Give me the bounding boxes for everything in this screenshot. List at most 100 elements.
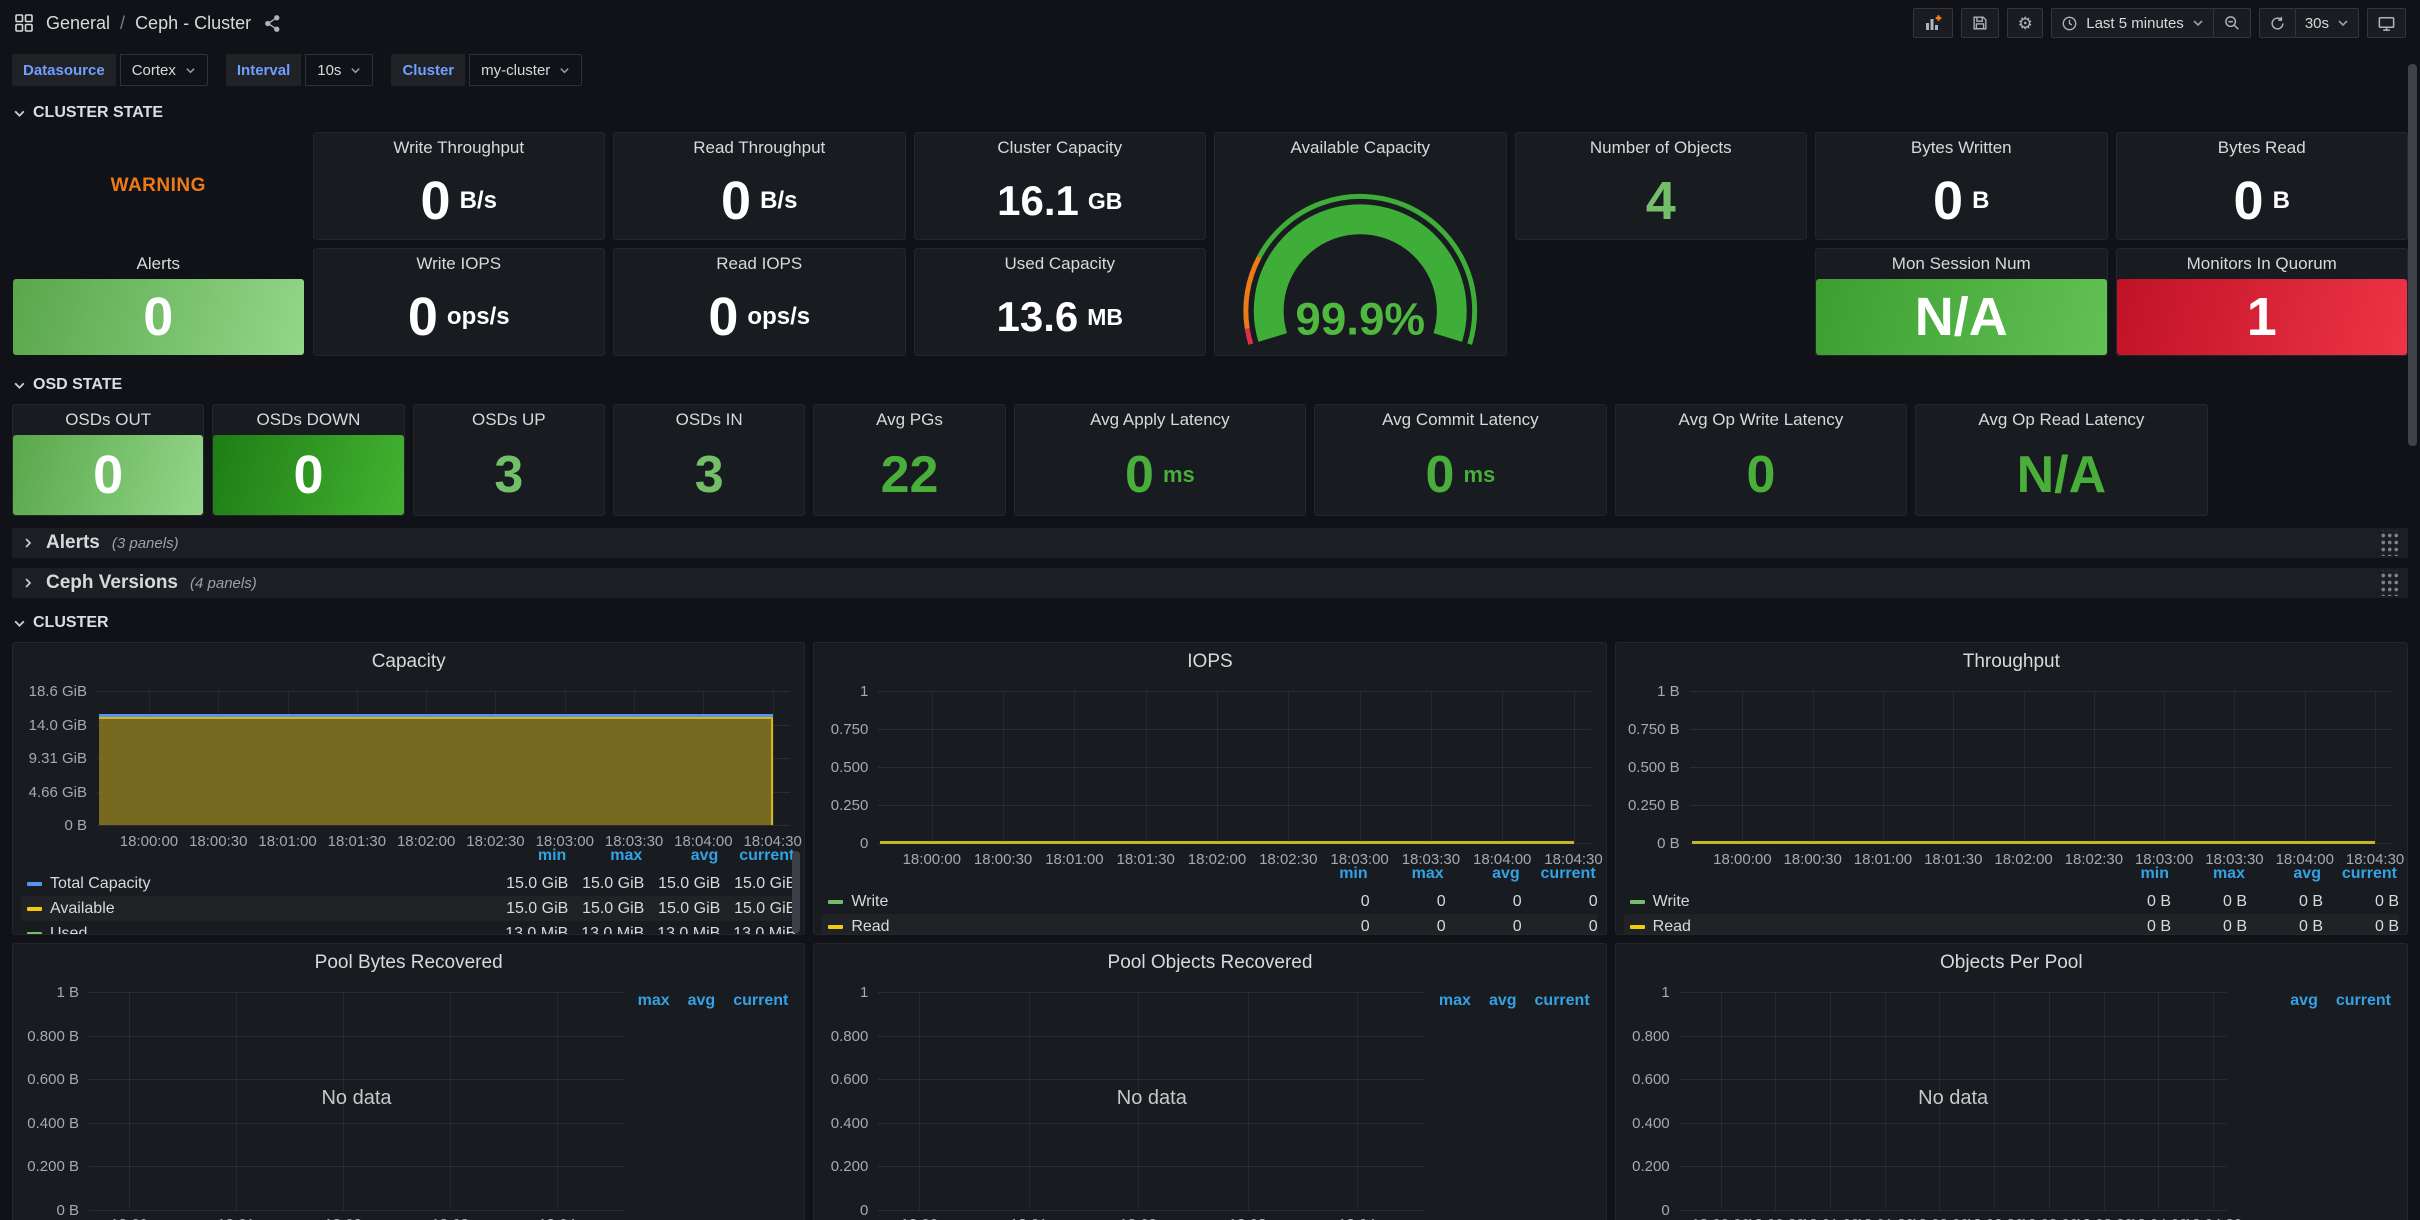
legend-series-label[interactable]: Read [851,918,889,936]
refresh-button[interactable] [2259,8,2296,38]
gridline [878,691,1591,692]
breadcrumb-section[interactable]: General [46,13,110,34]
variable-select-cluster[interactable]: my-cluster [469,54,582,86]
panel-title[interactable]: Bytes Read [2117,133,2408,163]
x-axis-tick: 18:01 [191,1216,281,1220]
panel-title[interactable]: OSDs IN [614,405,804,435]
section-cluster-state[interactable]: CLUSTER STATE [0,100,2420,126]
panel-title[interactable]: Avg PGs [814,405,1004,435]
quorum-value-box: 1 [2117,279,2408,355]
legend-value-current: 15.0 GiB [720,900,796,918]
legend-sort-max[interactable]: max [566,847,642,865]
legend-sort-min[interactable]: min [1292,865,1368,883]
panel-title[interactable]: Mon Session Num [1816,249,2107,279]
legend-sort-current[interactable]: current [2336,992,2391,1010]
legend-value-max: 13.0 MiB [568,925,644,936]
legend-series-label[interactable]: Write [1653,893,1690,911]
section-osd-state[interactable]: OSD STATE [0,372,2420,398]
legend-sort-current[interactable]: current [718,847,794,865]
chart-title[interactable]: Throughput [1616,651,2407,673]
panel-osds-down: OSDs DOWN 0 [212,404,404,516]
legend-sort-min[interactable]: min [490,847,566,865]
panel-title[interactable]: Avg Apply Latency [1015,405,1306,435]
page-scrollbar[interactable] [2408,64,2417,446]
legend-series-label[interactable]: Available [50,900,115,918]
row-drag-handle-icon[interactable] [2379,570,2398,596]
panel-title[interactable]: Avg Op Write Latency [1616,405,1907,435]
y-axis-tick: 0.800 [814,1028,868,1045]
panel-title[interactable]: OSDs OUT [13,405,203,435]
no-data-label: No data [878,1087,1425,1110]
panel-title[interactable]: Number of Objects [1516,133,1807,163]
panel-title[interactable]: Read IOPS [614,249,905,279]
chart-title[interactable]: Pool Bytes Recovered [13,952,804,974]
section-cluster[interactable]: CLUSTER [0,610,2420,636]
panel-title[interactable]: Avg Commit Latency [1315,405,1606,435]
legend-sort-avg[interactable]: avg [1444,865,1520,883]
legend-series-label[interactable]: Used [50,925,87,936]
variable-select-interval[interactable]: 10s [305,54,373,86]
stat-unit: MB [1087,306,1123,329]
legend-sort-min[interactable]: min [2093,865,2169,883]
panel-title[interactable]: Write Throughput [314,133,605,163]
legend-sort-avg[interactable]: avg [688,992,716,1010]
legend-series-label[interactable]: Write [851,893,888,911]
row-drag-handle-icon[interactable] [2379,530,2398,556]
panel-title[interactable]: OSDs DOWN [213,405,403,435]
dashboard-settings-button[interactable]: ⚙ [2007,8,2043,38]
legend-sort-current[interactable]: current [1520,865,1596,883]
legend-sort-current[interactable]: current [1535,992,1590,1010]
gridline [1690,805,2393,806]
legend-sort-avg[interactable]: avg [1489,992,1517,1010]
page-title[interactable]: Ceph - Cluster [135,13,251,34]
legend-sort-max[interactable]: max [1439,992,1471,1010]
legend-sort-current[interactable]: current [733,992,788,1010]
panel-osds-in: OSDs IN 3 [613,404,805,516]
chart-title[interactable]: Objects Per Pool [1616,952,2407,974]
row-alerts[interactable]: Alerts (3 panels) [12,528,2408,558]
legend-sort-max[interactable]: max [2169,865,2245,883]
legend-value-min: 0 [1294,893,1370,911]
add-panel-button[interactable] [1913,8,1953,38]
panel-title[interactable]: Cluster Capacity [915,133,1206,163]
save-dashboard-button[interactable] [1961,8,1999,38]
chart-title[interactable]: Pool Objects Recovered [814,952,1605,974]
share-icon[interactable] [263,14,282,33]
panel-title[interactable]: Monitors In Quorum [2117,249,2408,279]
panel-title[interactable]: Avg Op Read Latency [1916,405,2207,435]
x-axis-tick: 18:00 [874,1216,964,1220]
y-axis-tick: 0.250 [814,797,868,814]
legend-swatch [1630,900,1645,904]
variable-select-datasource[interactable]: Cortex [120,54,208,86]
legend-sort-max[interactable]: max [1368,865,1444,883]
legend-series-label[interactable]: Total Capacity [50,875,151,893]
row-ceph-versions[interactable]: Ceph Versions (4 panels) [12,568,2408,598]
y-axis-tick: 18.6 GiB [13,683,87,700]
panel-title[interactable]: Write IOPS [314,249,605,279]
dashboard-grid-icon[interactable] [14,13,34,33]
gridline [878,805,1591,806]
legend-sort-avg[interactable]: avg [2290,992,2318,1010]
chart-title[interactable]: Capacity [13,651,804,673]
panel-title[interactable]: Used Capacity [915,249,1206,279]
legend-series-label[interactable]: Read [1653,918,1691,936]
y-axis-tick: 0 [814,835,868,852]
legend-scrollbar[interactable] [792,851,800,933]
legend-sort-avg[interactable]: avg [2245,865,2321,883]
legend-sort-max[interactable]: max [638,992,670,1010]
panel-title[interactable]: Alerts [13,249,304,279]
chart-title[interactable]: IOPS [814,651,1605,673]
panel-title[interactable]: Available Capacity [1215,133,1506,163]
panel-title[interactable]: Read Throughput [614,133,905,163]
cluster-charts-grid: Capacity18.6 GiB14.0 GiB9.31 GiB4.66 GiB… [12,642,2408,1220]
gridline [1680,1210,2227,1211]
panel-title[interactable]: OSDs UP [414,405,604,435]
time-range-picker[interactable]: Last 5 minutes [2051,8,2214,38]
legend-sort-current[interactable]: current [2321,865,2397,883]
zoom-out-button[interactable] [2213,8,2251,38]
legend-value-current: 13.0 MiB [720,925,796,936]
legend-sort-avg[interactable]: avg [642,847,718,865]
cycle-view-button[interactable] [2367,8,2406,38]
refresh-interval-picker[interactable]: 30s [2295,8,2359,38]
panel-title[interactable]: Bytes Written [1816,133,2107,163]
